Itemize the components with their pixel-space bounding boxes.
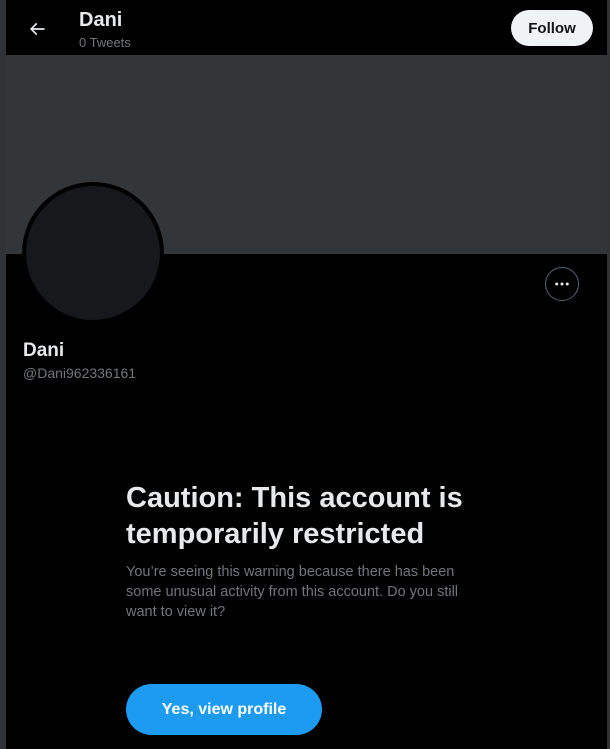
more-options-button[interactable] [545, 267, 579, 301]
profile-header-bar: Dani 0 Tweets Follow [6, 0, 607, 55]
avatar[interactable] [22, 182, 164, 324]
arrow-left-icon [29, 22, 45, 36]
warning-body: You’re seeing this warning because there… [126, 564, 459, 620]
more-horizontal-icon [555, 282, 569, 286]
header-tweet-count: 0 Tweets [79, 35, 131, 50]
profile-handle: @Dani962336161 [23, 365, 137, 381]
restriction-warning: Caution: This account is temporarily res… [126, 480, 486, 622]
back-button[interactable] [20, 12, 54, 46]
warning-title: Caution: This account is temporarily res… [126, 482, 463, 550]
header-name: Dani [79, 9, 123, 31]
profile-name: Dani [23, 340, 65, 361]
view-profile-button[interactable]: Yes, view profile [126, 684, 322, 735]
follow-button[interactable]: Follow [511, 10, 593, 46]
avatar-image [26, 186, 160, 320]
